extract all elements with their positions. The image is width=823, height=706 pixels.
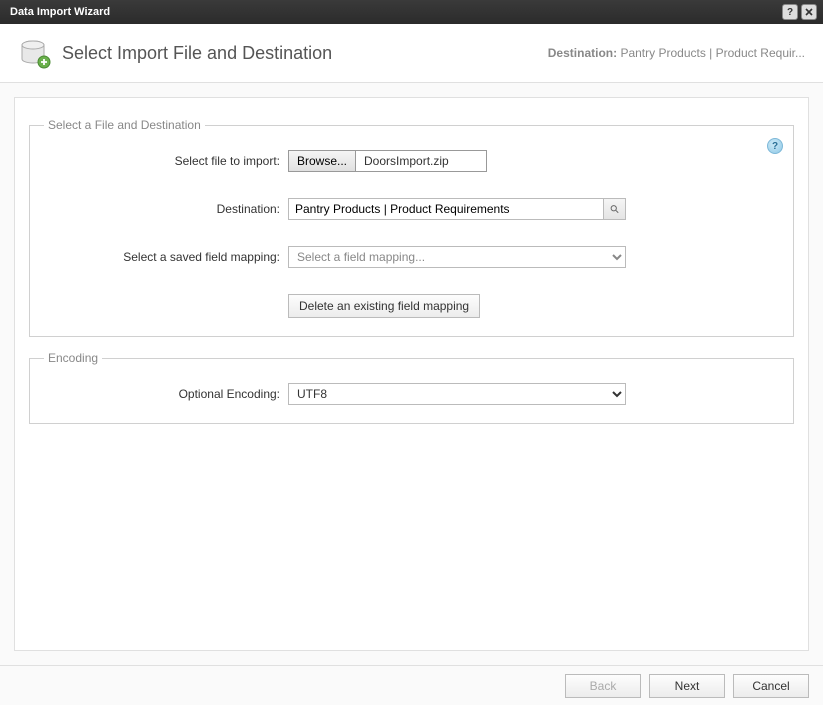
- browse-button[interactable]: Browse...: [289, 151, 356, 171]
- import-icon: [18, 36, 52, 70]
- next-button[interactable]: Next: [649, 674, 725, 698]
- close-button[interactable]: [801, 4, 817, 20]
- wizard-footer: Back Next Cancel: [0, 665, 823, 705]
- destination-search-button[interactable]: [603, 199, 625, 219]
- destination-input-group: [288, 198, 626, 220]
- back-button[interactable]: Back: [565, 674, 641, 698]
- file-destination-legend: Select a File and Destination: [44, 118, 205, 132]
- mapping-label: Select a saved field mapping:: [44, 250, 288, 264]
- file-label: Select file to import:: [44, 154, 288, 168]
- header-destination: Destination: Pantry Products | Product R…: [548, 46, 805, 60]
- encoding-label: Optional Encoding:: [44, 387, 288, 401]
- destination-input[interactable]: [289, 199, 603, 219]
- close-icon: [805, 8, 813, 16]
- file-input-group: Browse... DoorsImport.zip: [288, 150, 487, 172]
- encoding-select-wrap: UTF8: [288, 383, 626, 405]
- wizard-header: Select Import File and Destination Desti…: [0, 24, 823, 83]
- window-titlebar: Data Import Wizard ?: [0, 0, 823, 24]
- encoding-legend: Encoding: [44, 351, 102, 365]
- mapping-select[interactable]: Select a field mapping...: [289, 247, 625, 267]
- header-destination-label: Destination:: [548, 46, 617, 60]
- page-title: Select Import File and Destination: [62, 43, 548, 64]
- destination-label: Destination:: [44, 202, 288, 216]
- encoding-section: Encoding Optional Encoding: UTF8: [29, 351, 794, 424]
- cancel-button[interactable]: Cancel: [733, 674, 809, 698]
- help-button[interactable]: ?: [782, 4, 798, 20]
- file-destination-section: Select a File and Destination ? Select f…: [29, 118, 794, 337]
- header-destination-value: Pantry Products | Product Requir...: [620, 46, 805, 60]
- file-name-display: DoorsImport.zip: [356, 151, 486, 171]
- delete-mapping-button[interactable]: Delete an existing field mapping: [288, 294, 480, 318]
- section-help-icon[interactable]: ?: [767, 138, 783, 154]
- encoding-select[interactable]: UTF8: [289, 384, 625, 404]
- mapping-select-wrap: Select a field mapping...: [288, 246, 626, 268]
- wizard-body: Select a File and Destination ? Select f…: [0, 83, 823, 665]
- window-title: Data Import Wizard: [10, 6, 782, 18]
- search-icon: [610, 203, 619, 215]
